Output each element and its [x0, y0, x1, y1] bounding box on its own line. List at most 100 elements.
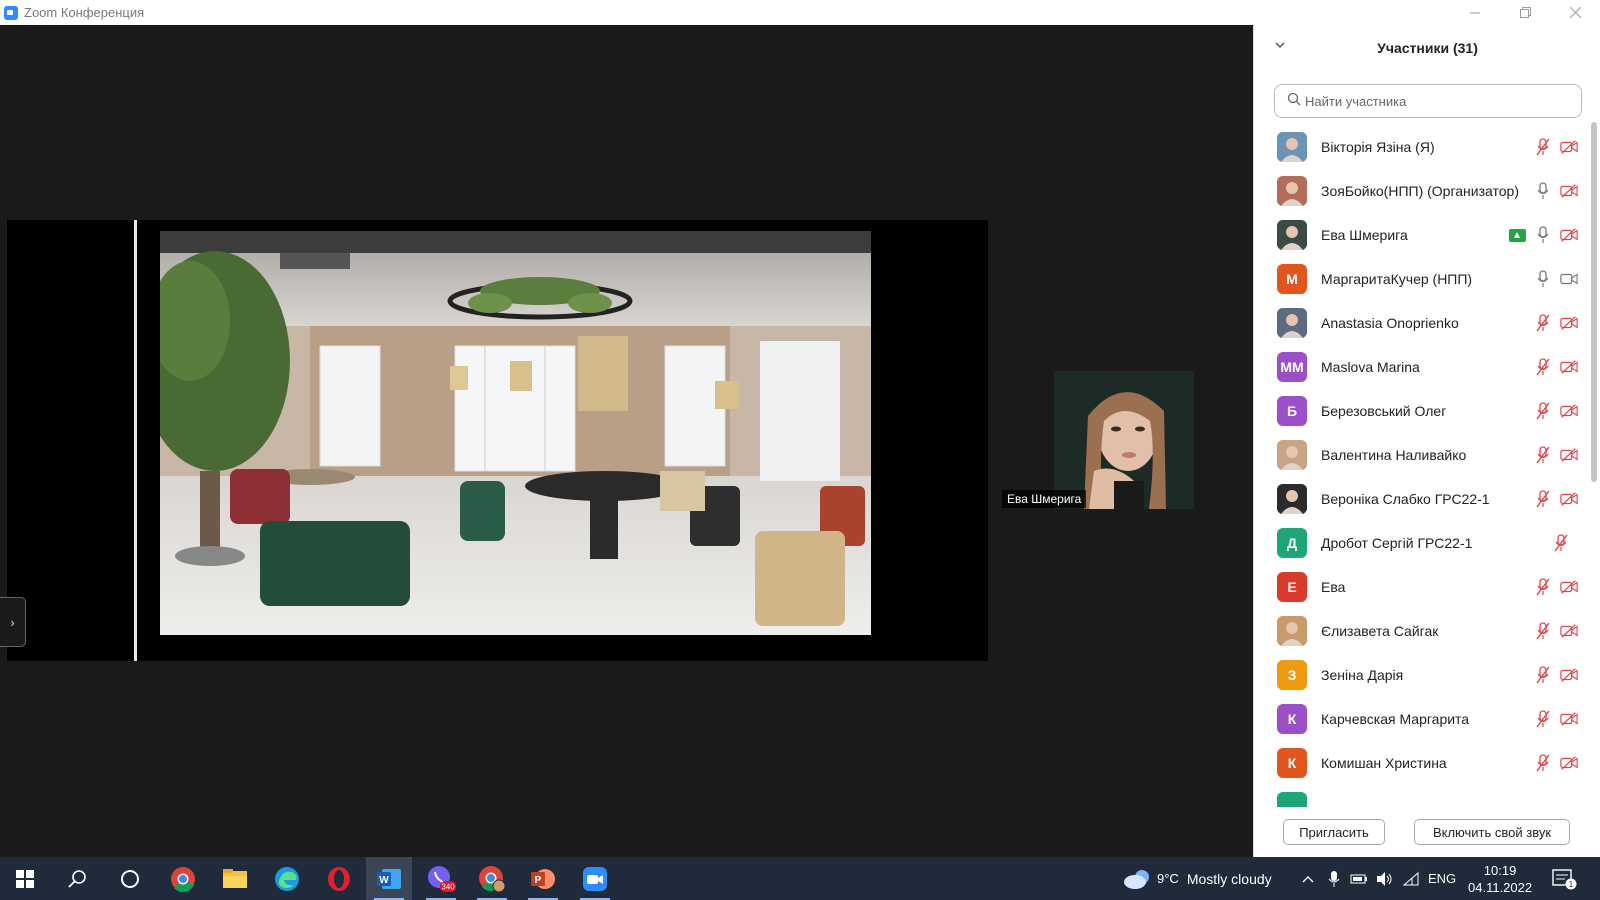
- close-icon: [1569, 7, 1581, 18]
- participant-row[interactable]: Ева Шмерига: [1254, 213, 1584, 257]
- participant-row[interactable]: Б Березовський Олег: [1254, 389, 1584, 433]
- edge-taskbar-button[interactable]: [264, 857, 310, 900]
- start-button[interactable]: [2, 857, 48, 900]
- search-input[interactable]: [1305, 93, 1565, 109]
- search-icon: [1287, 92, 1301, 111]
- participants-footer: Пригласить Включить свой звук: [1254, 807, 1600, 857]
- mic-muted-icon: [1534, 666, 1552, 684]
- participant-status-icons: [1534, 257, 1578, 301]
- participant-status-icons: [1534, 477, 1578, 521]
- video-off-icon: [1560, 578, 1578, 596]
- minimize-button[interactable]: [1450, 0, 1500, 25]
- chevron-up-icon: [1302, 875, 1314, 882]
- video-off-icon: [1560, 754, 1578, 772]
- viber-badge: 340: [441, 882, 455, 891]
- mic-icon: [1534, 182, 1552, 200]
- participants-list: Вікторія Язіна (Я) ЗояБойко(НПП) (Организ…: [1254, 125, 1584, 807]
- participants-scrollbar[interactable]: [1591, 122, 1597, 482]
- restore-button[interactable]: [1500, 0, 1550, 25]
- mic-muted-icon: [1534, 490, 1552, 508]
- participant-status-icons: [1552, 521, 1578, 565]
- powerpoint-icon: P: [531, 868, 555, 889]
- microphone-icon: [1328, 870, 1340, 887]
- weather-temp: 9°C: [1157, 871, 1179, 886]
- svg-text:W: W: [379, 875, 389, 886]
- video-off-icon: [1560, 226, 1578, 244]
- participant-row[interactable]: К Карчевская Маргарита: [1254, 697, 1584, 741]
- svg-text:P: P: [535, 875, 542, 886]
- video-off-icon: [1560, 138, 1578, 156]
- language-indicator[interactable]: ENG: [1428, 857, 1456, 900]
- word-taskbar-button[interactable]: W: [366, 857, 412, 900]
- chrome-taskbar-button[interactable]: [160, 857, 206, 900]
- video-off-icon: [1560, 622, 1578, 640]
- mic-icon: [1534, 226, 1552, 244]
- powerpoint-taskbar-button[interactable]: P: [520, 857, 566, 900]
- participant-row[interactable]: М МаргаритаКучер (НПП): [1254, 257, 1584, 301]
- unmute-self-button[interactable]: Включить свой звук: [1414, 819, 1570, 845]
- cloud-icon: [1124, 869, 1149, 889]
- participant-row[interactable]: Anastasia Onoprienko: [1254, 301, 1584, 345]
- cortana-button[interactable]: [107, 857, 153, 900]
- participant-avatar: [1277, 308, 1307, 338]
- chrome-profile-taskbar-button[interactable]: [469, 857, 515, 900]
- video-icon: [1560, 270, 1578, 288]
- chrome-icon: [479, 865, 506, 892]
- clock-date: 04.11.2022: [1468, 879, 1533, 895]
- shared-cafe-photo: [160, 231, 871, 635]
- file-explorer-taskbar-button[interactable]: [212, 857, 258, 900]
- participant-avatar: К: [1277, 748, 1307, 778]
- shared-screen[interactable]: [7, 220, 988, 661]
- notifications-badge: 1: [1569, 880, 1574, 889]
- weather-widget[interactable]: 9°C Mostly cloudy: [1122, 857, 1272, 900]
- participant-search[interactable]: [1274, 84, 1582, 118]
- participant-row[interactable]: Валентина Наливайко: [1254, 433, 1584, 477]
- weather-description: Mostly cloudy: [1186, 870, 1272, 887]
- mic-muted-icon: [1534, 358, 1552, 376]
- participant-avatar: [1277, 616, 1307, 646]
- meeting-stage: › Ева Шмерига: [0, 25, 1253, 857]
- tray-microphone[interactable]: [1328, 857, 1340, 900]
- mic-muted-icon: [1534, 710, 1552, 728]
- windows-icon: [16, 869, 34, 888]
- mic-muted-icon: [1534, 578, 1552, 596]
- participant-video-thumbnail[interactable]: [1054, 371, 1194, 509]
- opera-taskbar-button[interactable]: [316, 857, 362, 900]
- participant-row[interactable]: Д Дробот Сергій ГРС22-1: [1254, 521, 1584, 565]
- notification-icon: 1: [1552, 868, 1577, 889]
- participant-status-icons: [1534, 433, 1578, 477]
- taskbar-search-button[interactable]: [55, 857, 101, 900]
- participant-row[interactable]: Єлизавета Сайгак: [1254, 609, 1584, 653]
- restore-icon: [1519, 7, 1531, 18]
- invite-button[interactable]: Пригласить: [1283, 819, 1385, 845]
- participant-avatar: [1277, 484, 1307, 514]
- mic-muted-icon: [1534, 402, 1552, 420]
- tray-overflow-button[interactable]: [1302, 857, 1314, 900]
- participant-status-icons: [1534, 565, 1578, 609]
- participant-status-icons: [1534, 169, 1578, 213]
- participant-row[interactable]: К Комишан Христина: [1254, 741, 1584, 785]
- expand-sidebar-button[interactable]: ›: [0, 597, 26, 647]
- participant-avatar: Е: [1277, 572, 1307, 602]
- notifications-button[interactable]: 1: [1552, 857, 1578, 900]
- tray-battery[interactable]: [1350, 857, 1368, 900]
- participants-header: Участники (31): [1254, 25, 1600, 75]
- participant-row[interactable]: ММ Maslova Marina: [1254, 345, 1584, 389]
- participant-row[interactable]: ЗояБойко(НПП) (Организатор): [1254, 169, 1584, 213]
- thumbnail-name-label: Ева Шмерига: [1002, 490, 1087, 508]
- participant-avatar: К: [1277, 704, 1307, 734]
- participant-row[interactable]: Вероніка Слабко ГРС22-1: [1254, 477, 1584, 521]
- participant-row[interactable]: Е Ева: [1254, 565, 1584, 609]
- video-off-icon: [1560, 666, 1578, 684]
- close-button[interactable]: [1550, 0, 1600, 25]
- tray-network[interactable]: [1402, 857, 1420, 900]
- tray-volume[interactable]: [1376, 857, 1394, 900]
- participant-row[interactable]: [1254, 785, 1584, 807]
- opera-icon: [328, 866, 350, 891]
- participant-row[interactable]: Вікторія Язіна (Я): [1254, 125, 1584, 169]
- participant-row[interactable]: З Зеніна Дарія: [1254, 653, 1584, 697]
- participants-panel: Участники (31) Вікторія Язіна (Я)ЗояБойк…: [1253, 25, 1600, 857]
- clock[interactable]: 10:19 04.11.2022: [1468, 857, 1532, 900]
- zoom-taskbar-button[interactable]: [572, 857, 618, 900]
- viber-taskbar-button[interactable]: 340: [418, 857, 464, 900]
